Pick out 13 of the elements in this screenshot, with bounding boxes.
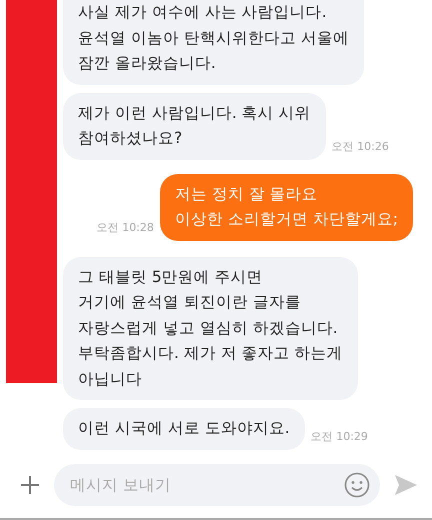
smiley-icon[interactable] (344, 472, 370, 498)
message-input-field[interactable]: 메시지 보내기 (68, 475, 344, 495)
message-bubble: 저는 정치 잘 몰라요 이상한 소리할거면 차단할게요; (160, 174, 413, 240)
message-bubble: 이런 시국에 서로 도와야지요. (63, 408, 305, 450)
send-icon[interactable] (394, 474, 418, 496)
message-field[interactable]: 메시지 보내기 (54, 464, 380, 506)
message-bubble: 그 태블릿 5만원에 주시면 거기에 윤석열 퇴진이란 글자를 자랑스럽게 넣고 열심히 하겠습니다. 부탁좀합시다. 제가 저 좋자고 하는게 아닙니다 (63, 256, 358, 400)
plus-icon[interactable] (20, 475, 40, 495)
message-time: 오전 10:26 (332, 138, 389, 154)
message-bubble: 사실 제가 여수에 사는 사람입니다. 윤석열 이놈아 탄핵시위한다고 서울에 잠깐 올라왔습니다. (63, 0, 364, 84)
message-time: 오전 10:29 (310, 428, 368, 444)
message-bubble: 제가 이런 사람입니다. 혹시 시위 참여하셨나요? (63, 92, 326, 160)
message-time: 오전 10:28 (96, 220, 154, 234)
